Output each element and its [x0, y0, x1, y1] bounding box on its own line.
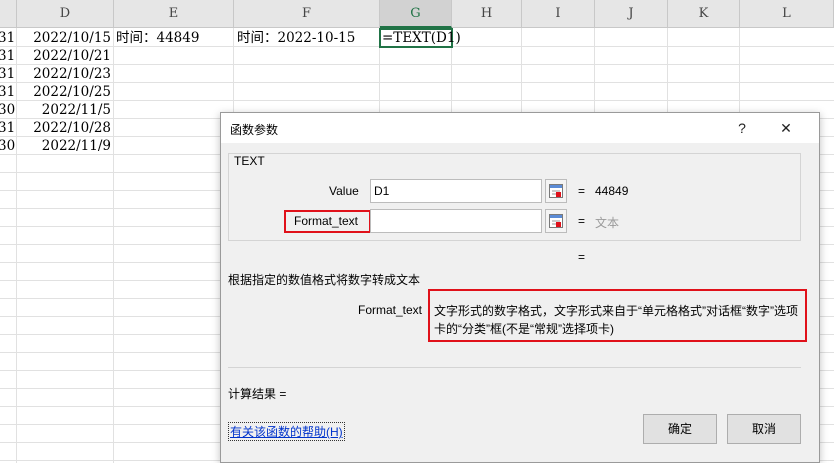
- cell-partial[interactable]: 30: [0, 137, 15, 155]
- cell-partial[interactable]: 31: [0, 119, 15, 137]
- value-collapse-button[interactable]: [545, 179, 567, 203]
- format-text-input[interactable]: [370, 209, 542, 233]
- format-text-result: 文本: [595, 216, 620, 230]
- cell-d4[interactable]: 2022/10/25: [17, 83, 111, 101]
- format-text-equals: =: [578, 214, 586, 228]
- function-arguments-dialog: 函数参数 ? ✕ TEXT Value D1 = 44849 Format_te…: [220, 112, 820, 463]
- cell-d5[interactable]: 2022/11/5: [17, 101, 111, 119]
- calc-result-label: 计算结果 =: [228, 387, 287, 401]
- cell-partial[interactable]: 31: [0, 29, 15, 47]
- value-result: 44849: [595, 184, 629, 198]
- format-text-collapse-button[interactable]: [545, 209, 567, 233]
- grid-line: [0, 100, 834, 101]
- cell-d1[interactable]: 2022/10/15: [17, 29, 111, 47]
- collapse-dialog-icon: [549, 214, 563, 228]
- collapse-dialog-icon: [549, 184, 563, 198]
- close-icon[interactable]: ✕: [775, 117, 797, 139]
- value-equals: =: [578, 184, 586, 198]
- column-header-d[interactable]: D: [17, 0, 114, 28]
- cell-f1[interactable]: 时间：2022-10-15: [237, 29, 355, 47]
- help-icon[interactable]: ?: [731, 117, 753, 139]
- cell-partial[interactable]: 30: [0, 101, 15, 119]
- cell-d3[interactable]: 2022/10/23: [17, 65, 111, 83]
- argument-detail-line1: 文字形式的数字格式，文字形式来自于“单元格格式”对话框“数字”选项: [434, 304, 798, 318]
- column-header-i[interactable]: I: [522, 0, 595, 28]
- column-header-left-partial[interactable]: [0, 0, 17, 28]
- cell-partial[interactable]: 31: [0, 65, 15, 83]
- function-description: 根据指定的数值格式将数字转成文本: [228, 273, 421, 287]
- dialog-titlebar[interactable]: 函数参数 ? ✕: [221, 113, 819, 143]
- cell-g1-active[interactable]: =TEXT(D1): [379, 28, 461, 48]
- function-name: TEXT: [232, 154, 267, 168]
- grid-line: [113, 28, 114, 463]
- value-input[interactable]: D1: [370, 179, 542, 203]
- format-text-label: Format_text: [294, 214, 359, 228]
- cancel-button[interactable]: 取消: [727, 414, 801, 444]
- grid-line: [0, 82, 834, 83]
- cell-partial[interactable]: 31: [0, 47, 15, 65]
- dialog-title: 函数参数: [230, 123, 279, 137]
- column-header-l[interactable]: L: [740, 0, 834, 28]
- cell-d7[interactable]: 2022/11/9: [17, 137, 111, 155]
- overall-equals: =: [578, 250, 586, 264]
- column-header-e[interactable]: E: [114, 0, 234, 28]
- cell-partial[interactable]: 31: [0, 83, 15, 101]
- cell-d6[interactable]: 2022/10/28: [17, 119, 111, 137]
- divider: [228, 367, 801, 368]
- cell-d2[interactable]: 2022/10/21: [17, 47, 111, 65]
- grid-line: [0, 64, 834, 65]
- column-header-j[interactable]: J: [595, 0, 668, 28]
- value-label: Value: [329, 184, 359, 198]
- argument-detail-line2: 卡的“分类”框(不是“常规”选择项卡): [434, 322, 614, 336]
- column-header-f[interactable]: F: [234, 0, 380, 28]
- column-header-h[interactable]: H: [452, 0, 522, 28]
- help-link[interactable]: 有关该函数的帮助(H): [228, 422, 345, 441]
- argument-detail-label: Format_text: [358, 303, 423, 317]
- column-header-k[interactable]: K: [668, 0, 740, 28]
- column-header-g[interactable]: G: [380, 0, 452, 28]
- ok-button[interactable]: 确定: [643, 414, 717, 444]
- cell-e1[interactable]: 时间：44849: [116, 29, 199, 47]
